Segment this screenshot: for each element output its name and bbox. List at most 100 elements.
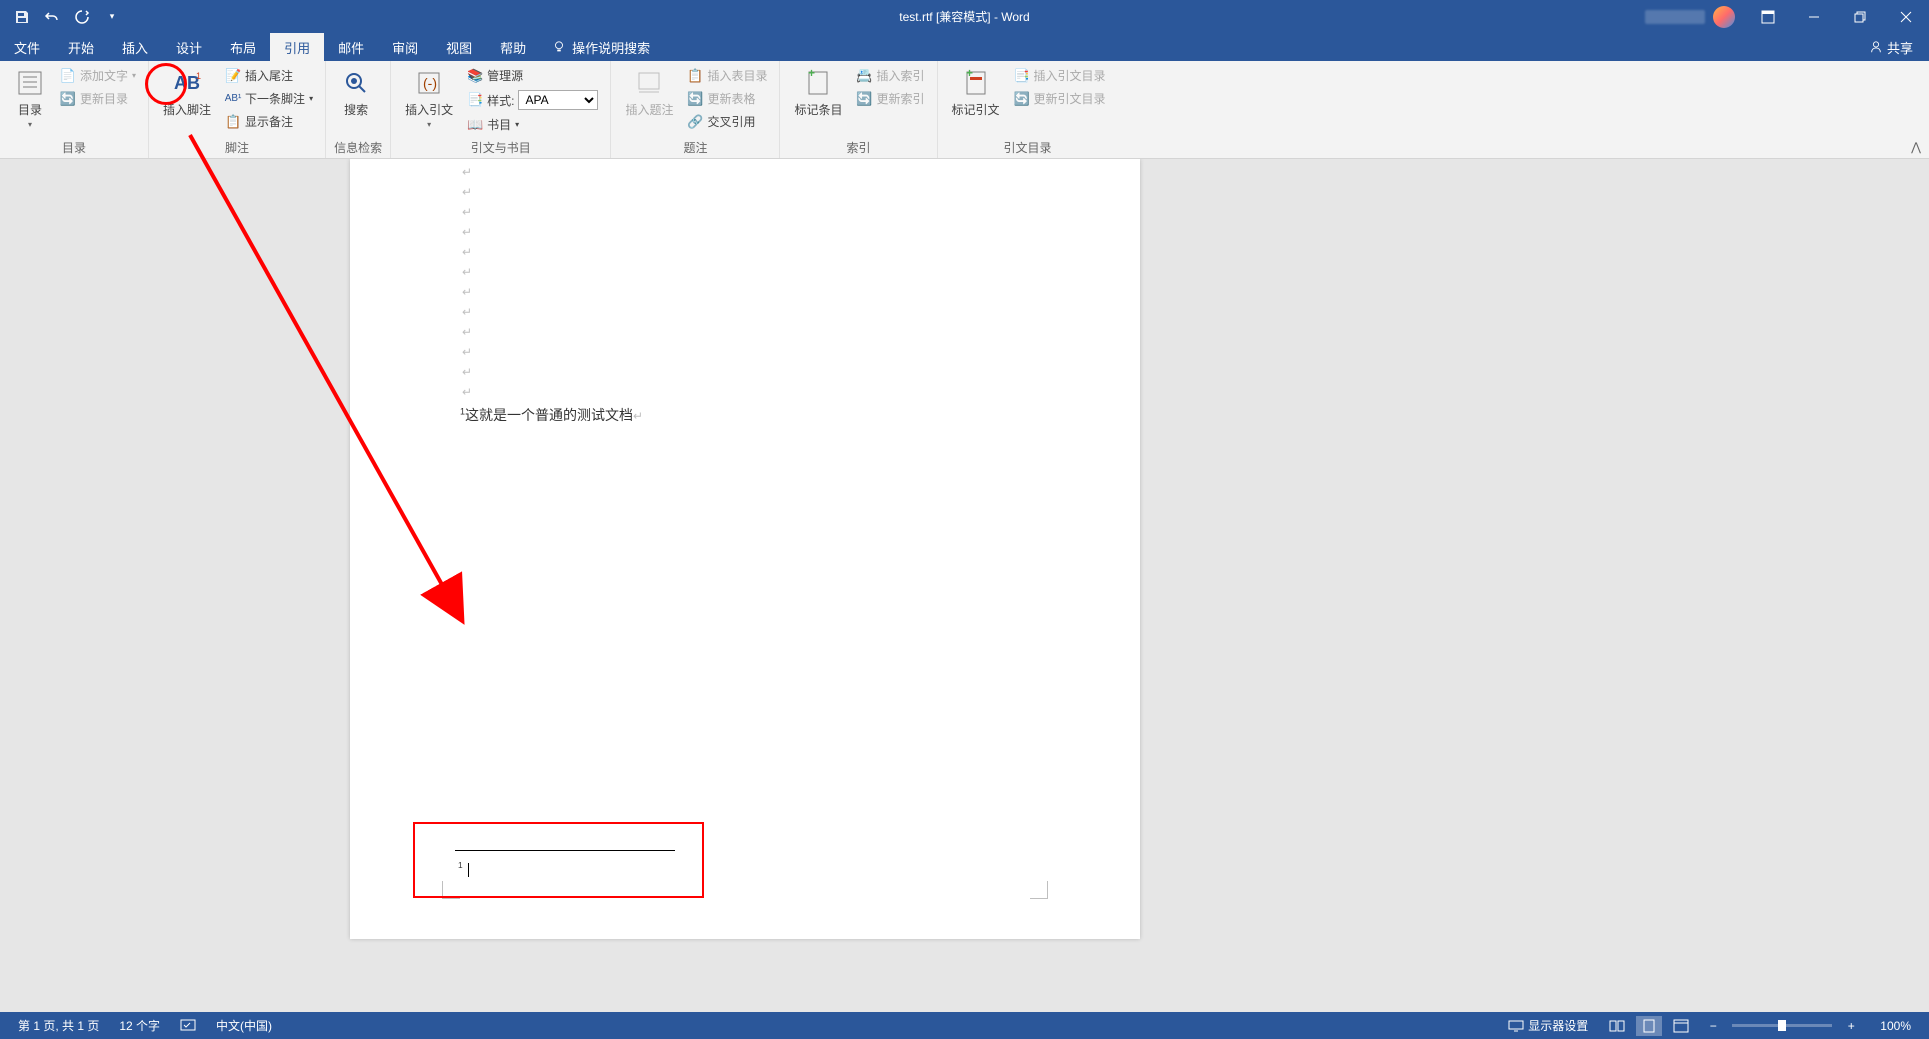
redo-button[interactable]	[70, 5, 94, 29]
update-toc-icon: 🔄	[60, 91, 76, 107]
tell-me-search[interactable]: 操作说明搜索	[540, 33, 662, 61]
toc-button[interactable]: 目录 ▾	[8, 65, 52, 131]
insert-toa-button[interactable]: 📑 插入引文目录	[1010, 65, 1110, 86]
tab-home[interactable]: 开始	[54, 33, 108, 61]
collapse-ribbon-button[interactable]: ⋀	[1911, 140, 1921, 154]
update-toa-button[interactable]: 🔄 更新引文目录	[1010, 88, 1110, 109]
insert-caption-button[interactable]: 插入题注	[619, 65, 679, 120]
mark-citation-button[interactable]: + 标记引文	[946, 65, 1006, 120]
page: ↵ ↵ ↵ ↵ ↵ ↵ ↵ ↵ ↵ ↵ ↵ ↵ 1这就是一个普通的测试文档↵ 1	[350, 159, 1140, 939]
group-index-label: 索引	[788, 139, 928, 158]
show-notes-label: 显示备注	[245, 113, 293, 130]
update-index-button[interactable]: 🔄 更新索引	[853, 88, 929, 109]
print-layout-icon	[1642, 1019, 1656, 1033]
ribbon-display-options[interactable]	[1745, 0, 1791, 33]
insert-endnote-label: 插入尾注	[245, 67, 293, 84]
user-name-area[interactable]	[1645, 10, 1705, 24]
group-captions: 插入题注 📋 插入表目录 🔄 更新表格 🔗 交叉引用 题注	[611, 61, 780, 158]
manage-sources-icon: 📚	[467, 68, 483, 84]
svg-text:(-): (-)	[423, 75, 437, 91]
group-research: 搜索 信息检索	[326, 61, 391, 158]
spellcheck-status[interactable]	[170, 1019, 206, 1033]
share-button[interactable]: 共享	[1853, 33, 1929, 61]
user-avatar[interactable]	[1713, 6, 1735, 28]
web-layout-button[interactable]	[1668, 1016, 1694, 1036]
minimize-button[interactable]	[1791, 0, 1837, 33]
restore-button[interactable]	[1837, 0, 1883, 33]
toc-label: 目录	[18, 101, 42, 118]
qat-customize[interactable]: ▾	[100, 5, 124, 29]
update-table-icon: 🔄	[687, 91, 703, 107]
tab-help[interactable]: 帮助	[486, 33, 540, 61]
insert-endnote-button[interactable]: 📝 插入尾注	[221, 65, 317, 86]
display-settings-button[interactable]: 显示器设置	[1498, 1017, 1598, 1034]
save-icon	[14, 9, 30, 25]
mark-citation-icon: +	[960, 67, 992, 99]
document-body-line[interactable]: 1这就是一个普通的测试文档↵	[460, 405, 643, 425]
tab-insert[interactable]: 插入	[108, 33, 162, 61]
zoom-slider-thumb[interactable]	[1778, 1020, 1786, 1031]
insert-footnote-label: 插入脚注	[163, 101, 211, 118]
tab-review[interactable]: 审阅	[378, 33, 432, 61]
tab-view[interactable]: 视图	[432, 33, 486, 61]
zoom-out-button[interactable]: −	[1700, 1016, 1726, 1036]
window-title: test.rtf [兼容模式] - Word	[899, 8, 1029, 25]
update-table-button[interactable]: 🔄 更新表格	[683, 88, 771, 109]
update-toa-label: 更新引文目录	[1034, 90, 1106, 107]
insert-index-button[interactable]: 📇 插入索引	[853, 65, 929, 86]
svg-text:1: 1	[196, 71, 201, 81]
tab-mailings[interactable]: 邮件	[324, 33, 378, 61]
page-number-status[interactable]: 第 1 页, 共 1 页	[8, 1017, 109, 1034]
caption-icon	[633, 67, 665, 99]
insert-footnote-button[interactable]: AB1 插入脚注	[157, 65, 217, 120]
share-label: 共享	[1887, 38, 1913, 57]
tab-references[interactable]: 引用	[270, 33, 324, 61]
zoom-in-button[interactable]: +	[1838, 1016, 1864, 1036]
cross-reference-button[interactable]: 🔗 交叉引用	[683, 111, 771, 132]
undo-button[interactable]	[40, 5, 64, 29]
page-margin-corner-right	[1030, 881, 1048, 899]
citation-icon: (-)	[413, 67, 445, 99]
bibliography-label: 书目	[487, 116, 511, 133]
close-button[interactable]	[1883, 0, 1929, 33]
language-status[interactable]: 中文(中国)	[206, 1017, 282, 1034]
tab-file[interactable]: 文件	[0, 33, 54, 61]
zoom-slider[interactable]	[1732, 1024, 1832, 1027]
update-toc-button[interactable]: 🔄 更新目录	[56, 88, 140, 109]
citation-style-select[interactable]: APA	[518, 90, 598, 110]
search-button[interactable]: 搜索	[334, 65, 378, 120]
quick-access-toolbar: ▾	[0, 5, 124, 29]
show-notes-button[interactable]: 📋 显示备注	[221, 111, 317, 132]
add-text-label: 添加文字	[80, 67, 128, 84]
insert-tof-button[interactable]: 📋 插入表目录	[683, 65, 771, 86]
minimize-icon	[1808, 11, 1820, 23]
status-bar: 第 1 页, 共 1 页 12 个字 中文(中国) 显示器设置 − + 100%	[0, 1012, 1929, 1039]
tab-design[interactable]: 设计	[162, 33, 216, 61]
insert-citation-button[interactable]: (-) 插入引文 ▾	[399, 65, 459, 131]
group-toc: 目录 ▾ 📄 添加文字 ▾ 🔄 更新目录 目录	[0, 61, 149, 158]
spellcheck-icon	[180, 1019, 196, 1033]
group-toc-label: 目录	[8, 139, 140, 158]
document-area[interactable]: ↵ ↵ ↵ ↵ ↵ ↵ ↵ ↵ ↵ ↵ ↵ ↵ 1这就是一个普通的测试文档↵ 1	[0, 159, 1929, 1012]
zoom-level[interactable]: 100%	[1870, 1019, 1921, 1033]
undo-icon	[44, 9, 60, 25]
title-bar: ▾ test.rtf [兼容模式] - Word	[0, 0, 1929, 33]
insert-tof-label: 插入表目录	[707, 67, 767, 84]
mark-entry-button[interactable]: + 标记条目	[788, 65, 848, 120]
monitor-icon	[1508, 1020, 1524, 1032]
save-button[interactable]	[10, 5, 34, 29]
print-layout-button[interactable]	[1636, 1016, 1662, 1036]
show-notes-icon: 📋	[225, 114, 241, 130]
insert-toa-icon: 📑	[1014, 68, 1030, 84]
redo-icon	[74, 9, 90, 25]
next-footnote-button[interactable]: AB¹ 下一条脚注 ▾	[221, 88, 317, 109]
word-count-status[interactable]: 12 个字	[109, 1017, 170, 1034]
next-footnote-label: 下一条脚注	[245, 90, 305, 107]
ribbon: 目录 ▾ 📄 添加文字 ▾ 🔄 更新目录 目录 AB1	[0, 61, 1929, 159]
add-text-button[interactable]: 📄 添加文字 ▾	[56, 65, 140, 86]
bibliography-button[interactable]: 📖 书目 ▾	[463, 114, 602, 135]
read-mode-button[interactable]	[1604, 1016, 1630, 1036]
manage-sources-button[interactable]: 📚 管理源	[463, 65, 602, 86]
share-icon	[1869, 40, 1883, 54]
tab-layout[interactable]: 布局	[216, 33, 270, 61]
